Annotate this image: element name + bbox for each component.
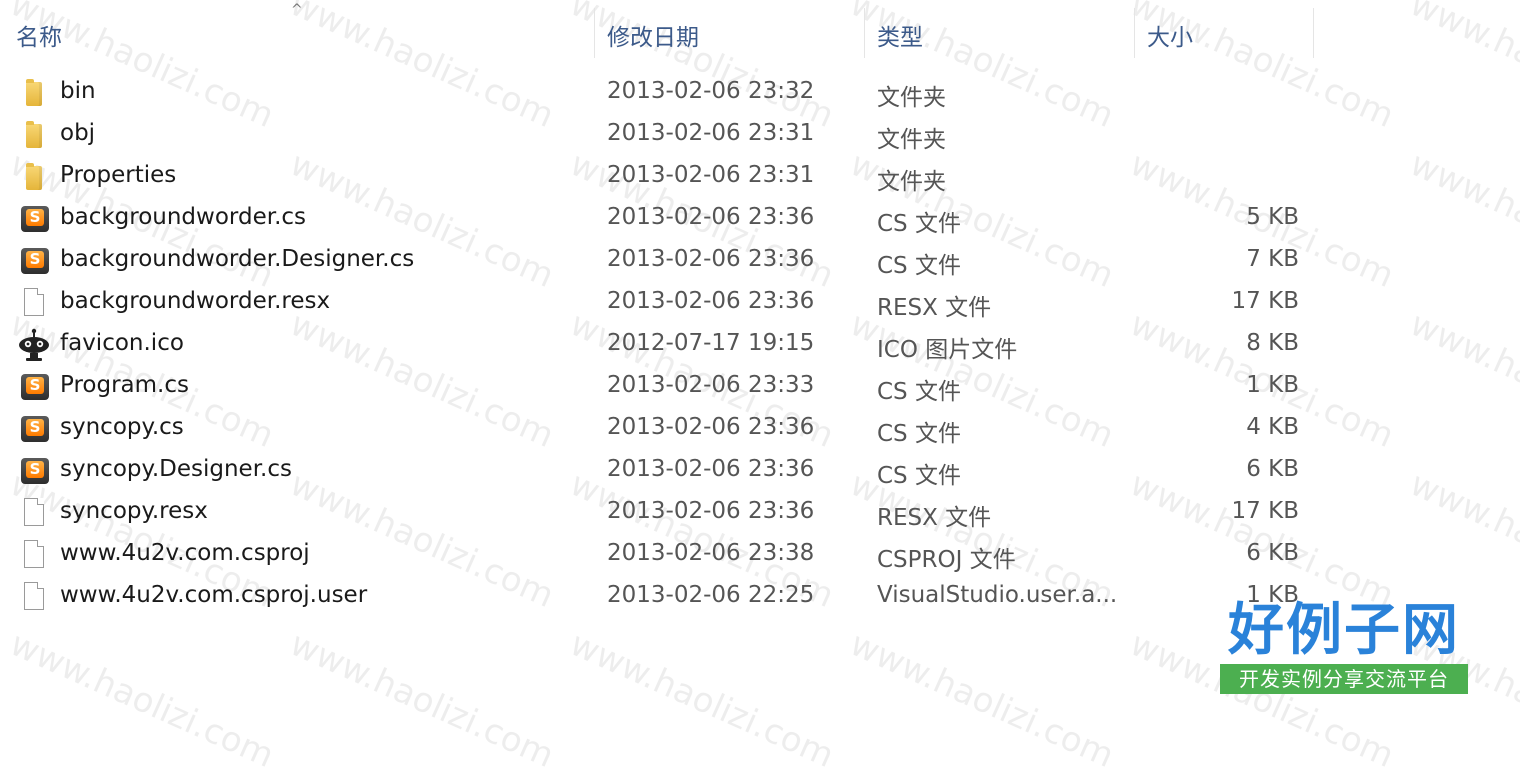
file-row[interactable]: syncopy.resx 2013-02-06 23:36 RESX 文件 17… [0, 492, 1520, 534]
file-size: 17 KB [1231, 288, 1299, 314]
file-date: 2013-02-06 23:33 [607, 372, 815, 398]
file-type: CSPROJ 文件 [877, 547, 1016, 573]
file-name: backgroundworder.resx [60, 288, 331, 314]
column-divider[interactable] [594, 8, 595, 58]
file-type: 文件夹 [877, 169, 946, 195]
folder-icon [26, 79, 42, 106]
watermark-text: www.haolizi.com [564, 623, 840, 776]
blank-file-icon [24, 288, 44, 316]
file-name: Properties [60, 162, 177, 188]
file-type: CS 文件 [877, 421, 961, 447]
file-date: 2013-02-06 23:32 [607, 78, 815, 104]
column-divider[interactable] [1313, 8, 1314, 58]
file-name: syncopy.cs [60, 414, 184, 440]
file-date: 2013-02-06 23:36 [607, 288, 815, 314]
robot-image-icon [19, 328, 49, 361]
file-name: backgroundworder.Designer.cs [60, 246, 415, 272]
column-header-type[interactable]: 类型 [877, 18, 923, 52]
cs-file-icon: S [21, 458, 49, 484]
file-type: 文件夹 [877, 127, 946, 153]
logo-title: 好例子网 [1228, 597, 1460, 663]
blank-file-icon [24, 582, 44, 610]
file-date: 2013-02-06 23:36 [607, 414, 815, 440]
file-size: 5 KB [1246, 204, 1299, 230]
column-header-date[interactable]: 修改日期 [607, 18, 699, 52]
file-date: 2013-02-06 23:31 [607, 120, 815, 146]
file-type: ICO 图片文件 [877, 337, 1018, 363]
file-row[interactable]: backgroundworder.resx 2013-02-06 23:36 R… [0, 282, 1520, 324]
file-type: 文件夹 [877, 85, 946, 111]
file-size: 17 KB [1231, 498, 1299, 524]
file-name: syncopy.resx [60, 498, 208, 524]
file-row[interactable]: S backgroundworder.Designer.cs 2013-02-0… [0, 240, 1520, 282]
file-size: 7 KB [1246, 246, 1299, 272]
file-row[interactable]: obj 2013-02-06 23:31 文件夹 [0, 114, 1520, 156]
file-name: www.4u2v.com.csproj [60, 540, 310, 566]
file-name: www.4u2v.com.csproj.user [60, 582, 368, 608]
file-name: syncopy.Designer.cs [60, 456, 292, 482]
cs-file-icon: S [21, 374, 49, 400]
file-type: RESX 文件 [877, 505, 992, 531]
blank-file-icon [24, 540, 44, 568]
file-name: obj [60, 120, 96, 146]
file-size: 4 KB [1246, 414, 1299, 440]
file-date: 2013-02-06 23:36 [607, 246, 815, 272]
file-type: VisualStudio.user.a... [877, 582, 1118, 608]
file-date: 2013-02-06 23:36 [607, 204, 815, 230]
file-name: bin [60, 78, 96, 104]
file-row[interactable]: S syncopy.Designer.cs 2013-02-06 23:36 C… [0, 450, 1520, 492]
file-date: 2013-02-06 22:25 [607, 582, 815, 608]
column-header-bar: ^ 名称 修改日期 类型 大小 [0, 0, 1520, 62]
file-size: 8 KB [1246, 330, 1299, 356]
file-type: CS 文件 [877, 379, 961, 405]
file-list: bin 2013-02-06 23:32 文件夹 obj 2013-02-06 … [0, 72, 1520, 618]
file-type: CS 文件 [877, 211, 961, 237]
file-date: 2013-02-06 23:36 [607, 456, 815, 482]
column-header-size[interactable]: 大小 [1147, 18, 1193, 52]
sort-ascending-icon: ^ [291, 2, 303, 18]
file-type: RESX 文件 [877, 295, 992, 321]
file-date: 2013-02-06 23:31 [607, 162, 815, 188]
file-row[interactable]: Properties 2013-02-06 23:31 文件夹 [0, 156, 1520, 198]
site-logo: 好例子网 开发实例分享交流平台 [1218, 598, 1470, 698]
cs-file-icon: S [21, 206, 49, 232]
file-date: 2012-07-17 19:15 [607, 330, 815, 356]
file-row[interactable]: www.4u2v.com.csproj 2013-02-06 23:38 CSP… [0, 534, 1520, 576]
cs-file-icon: S [21, 416, 49, 442]
folder-icon [26, 121, 42, 148]
file-name: backgroundworder.cs [60, 204, 307, 230]
file-date: 2013-02-06 23:38 [607, 540, 815, 566]
column-divider[interactable] [1134, 8, 1135, 58]
logo-subtitle: 开发实例分享交流平台 [1220, 664, 1468, 694]
column-divider[interactable] [864, 8, 865, 58]
file-date: 2013-02-06 23:36 [607, 498, 815, 524]
watermark-text: www.haolizi.com [284, 623, 560, 776]
watermark-text: www.haolizi.com [4, 623, 280, 776]
file-size: 1 KB [1246, 372, 1299, 398]
file-type: CS 文件 [877, 463, 961, 489]
file-row[interactable]: S Program.cs 2013-02-06 23:33 CS 文件 1 KB [0, 366, 1520, 408]
file-size: 6 KB [1246, 456, 1299, 482]
file-row[interactable]: bin 2013-02-06 23:32 文件夹 [0, 72, 1520, 114]
column-header-name[interactable]: 名称 [16, 18, 62, 52]
watermark-text: www.haolizi.com [844, 623, 1120, 776]
file-name: favicon.ico [60, 330, 184, 356]
file-row[interactable]: S backgroundworder.cs 2013-02-06 23:36 C… [0, 198, 1520, 240]
file-name: Program.cs [60, 372, 189, 398]
folder-icon [26, 163, 42, 190]
file-size: 6 KB [1246, 540, 1299, 566]
file-row[interactable]: S syncopy.cs 2013-02-06 23:36 CS 文件 4 KB [0, 408, 1520, 450]
file-type: CS 文件 [877, 253, 961, 279]
file-row[interactable]: favicon.ico 2012-07-17 19:15 ICO 图片文件 8 … [0, 324, 1520, 366]
blank-file-icon [24, 498, 44, 526]
cs-file-icon: S [21, 248, 49, 274]
